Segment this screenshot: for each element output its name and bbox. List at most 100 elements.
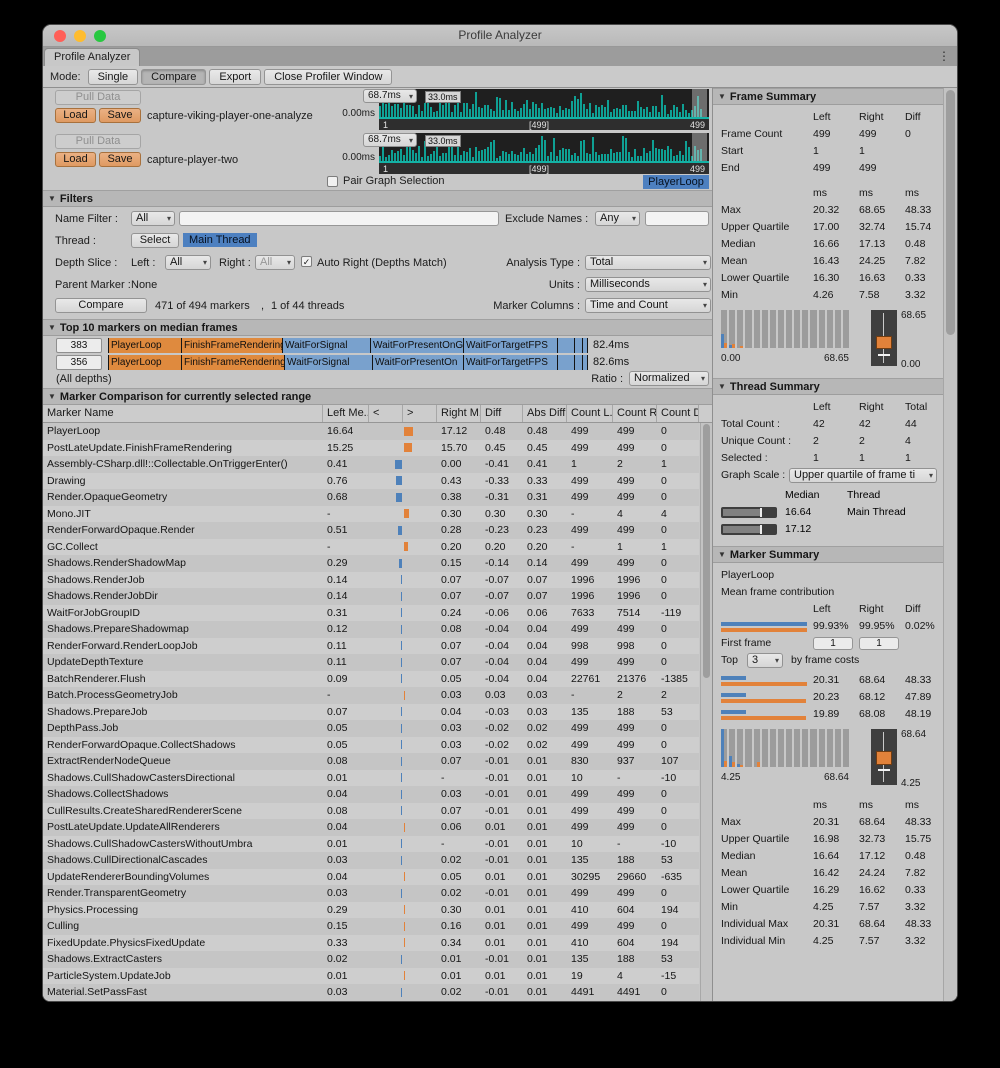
pull-data-button[interactable]: Pull Data	[55, 90, 141, 105]
marker-row[interactable]: Shadows.ExtractCasters0.020.01-0.010.011…	[43, 951, 699, 968]
units-dropdown[interactable]: Milliseconds▾	[585, 277, 711, 292]
scrollbar-thumb[interactable]	[703, 424, 710, 678]
col-count-left[interactable]: Count L...	[567, 405, 613, 422]
marker-segment[interactable]: WaitForTargetFPS	[464, 338, 558, 353]
thread-graph-scale-dropdown[interactable]: Upper quartile of frame ti▾	[789, 468, 937, 483]
marker-segment[interactable]: WaitForPresentOn	[373, 355, 464, 370]
marker-segment[interactable]: FinishFrameRendering	[182, 338, 283, 353]
marker-columns-dropdown[interactable]: Time and Count▾	[585, 298, 711, 313]
col-abs-diff[interactable]: Abs Diff▾	[523, 405, 567, 422]
marker-segment[interactable]: WaitForSignal	[285, 355, 373, 370]
mode-single-button[interactable]: Single	[88, 69, 139, 85]
pair-graph-checkbox[interactable]	[327, 176, 338, 187]
zoom-window-button[interactable]	[94, 30, 106, 42]
first-frame-left-button[interactable]: 1	[813, 637, 853, 650]
marker-segment[interactable]	[558, 338, 575, 353]
close-profiler-window-button[interactable]: Close Profiler Window	[264, 69, 392, 85]
marker-comparison-header[interactable]: ▼ Marker Comparison for currently select…	[43, 388, 712, 405]
thread-value-tag[interactable]: Main Thread	[183, 233, 257, 247]
marker-segment[interactable]: PlayerLoop	[108, 338, 182, 353]
compare-button[interactable]: Compare	[55, 298, 147, 313]
export-button[interactable]: Export	[209, 69, 261, 85]
marker-row[interactable]: PlayerLoop16.6417.120.480.484994990	[43, 423, 699, 440]
marker-row[interactable]: DepthPass.Job0.050.03-0.020.024994990	[43, 720, 699, 737]
kebab-menu-icon[interactable]: ⋮	[938, 49, 950, 63]
exclude-names-input[interactable]	[645, 211, 709, 226]
marker-row[interactable]: PostLateUpdate.FinishFrameRendering15.25…	[43, 440, 699, 457]
col-marker-name[interactable]: Marker Name	[43, 405, 323, 422]
save-button[interactable]: Save	[99, 108, 141, 123]
right-pane-scrollbar[interactable]	[943, 88, 957, 1001]
auto-right-checkbox[interactable]: ✓	[301, 256, 312, 267]
tab-profile-analyzer[interactable]: Profile Analyzer	[44, 48, 140, 66]
analysis-type-dropdown[interactable]: Total▾	[585, 255, 711, 270]
marker-segment[interactable]: WaitForPresentOnG	[371, 338, 464, 353]
col-left-median[interactable]: Left Me...	[323, 405, 369, 422]
comparison-table-header[interactable]: Marker Name Left Me... < > Right M... Di…	[43, 405, 712, 423]
marker-segment[interactable]	[583, 355, 588, 370]
col-count-diff[interactable]: Count D...	[657, 405, 699, 422]
marker-summary-header[interactable]: ▼ Marker Summary	[713, 546, 943, 563]
marker-segment[interactable]: PlayerLoop	[108, 355, 182, 370]
marker-row[interactable]: Drawing0.760.43-0.330.334994990	[43, 473, 699, 490]
exclude-mode-dropdown[interactable]: Any▾	[595, 211, 640, 226]
minimize-window-button[interactable]	[74, 30, 86, 42]
marker-row[interactable]: Assembly-CSharp.dll!::Collectable.OnTrig…	[43, 456, 699, 473]
top-marker-row[interactable]: 20.2368.1247.89	[713, 689, 943, 706]
marker-row[interactable]: Shadows.CullShadowCastersWithoutUmbra0.0…	[43, 836, 699, 853]
marker-row[interactable]: UpdateRendererBoundingVolumes0.040.050.0…	[43, 869, 699, 886]
marker-row[interactable]: GC.Collect-0.200.200.20-11	[43, 539, 699, 556]
marker-row[interactable]: Shadows.RenderJob0.140.07-0.070.07199619…	[43, 572, 699, 589]
top10-header[interactable]: ▼ Top 10 markers on median frames	[43, 319, 712, 336]
col-right-median[interactable]: Right M...	[437, 405, 481, 422]
marker-row[interactable]: BatchRenderer.Flush0.090.05-0.040.042276…	[43, 671, 699, 688]
graph-scale-dropdown[interactable]: 68.7ms▾	[363, 133, 417, 147]
marker-row[interactable]: Shadows.CullShadowCastersDirectional0.01…	[43, 770, 699, 787]
selected-marker-tag[interactable]: PlayerLoop	[643, 175, 709, 189]
thread-summary-header[interactable]: ▼ Thread Summary	[713, 378, 943, 395]
top-count-dropdown[interactable]: 3▾	[747, 653, 783, 668]
col-left-bar[interactable]: <	[369, 405, 403, 422]
frame-index-button[interactable]: 356	[56, 355, 102, 370]
marker-row[interactable]: Shadows.PrepareShadowmap0.120.08-0.040.0…	[43, 621, 699, 638]
close-window-button[interactable]	[54, 30, 66, 42]
marker-row[interactable]: Render.TransparentGeometry0.030.02-0.010…	[43, 885, 699, 902]
marker-segment[interactable]	[575, 355, 583, 370]
save-button[interactable]: Save	[99, 152, 141, 167]
frame-range-strip[interactable]: 1[499]499	[379, 119, 709, 130]
frame-time-graph[interactable]: 33.0ms	[379, 133, 709, 163]
marker-segment[interactable]	[558, 355, 575, 370]
depth-left-dropdown[interactable]: All▾	[165, 255, 211, 270]
marker-segment[interactable]: WaitForTargetFPS	[464, 355, 558, 370]
marker-row[interactable]: Culling0.150.160.010.014994990	[43, 918, 699, 935]
marker-segment[interactable]	[575, 338, 583, 353]
col-right-bar[interactable]: >	[403, 405, 437, 422]
marker-row[interactable]: Shadows.CollectShadows0.040.03-0.010.014…	[43, 786, 699, 803]
marker-segment[interactable]: WaitForSignal	[283, 338, 371, 353]
marker-row[interactable]: Physics.Processing0.290.300.010.01410604…	[43, 902, 699, 919]
col-diff[interactable]: Diff	[481, 405, 523, 422]
marker-row[interactable]: Shadows.RenderJobDir0.140.07-0.070.07199…	[43, 588, 699, 605]
marker-row[interactable]: RenderForwardOpaque.CollectShadows0.050.…	[43, 737, 699, 754]
graph-scale-dropdown[interactable]: 68.7ms▾	[363, 89, 417, 103]
marker-row[interactable]: RenderForward.RenderLoopJob0.110.07-0.04…	[43, 638, 699, 655]
col-count-right[interactable]: Count R...	[613, 405, 657, 422]
ratio-dropdown[interactable]: Normalized▾	[629, 371, 709, 386]
marker-row[interactable]: UpdateDepthTexture0.110.07-0.040.0449949…	[43, 654, 699, 671]
marker-row[interactable]: WaitForJobGroupID0.310.24-0.060.06763375…	[43, 605, 699, 622]
marker-row[interactable]: CullResults.CreateSharedRendererScene0.0…	[43, 803, 699, 820]
titlebar[interactable]: Profile Analyzer	[43, 25, 957, 47]
depth-right-dropdown[interactable]: All▾	[255, 255, 295, 270]
load-button[interactable]: Load	[55, 152, 96, 167]
scrollbar-thumb[interactable]	[946, 90, 955, 335]
frame-index-button[interactable]: 383	[56, 338, 102, 353]
name-filter-input[interactable]	[179, 211, 499, 226]
marker-row[interactable]: Batch.ProcessGeometryJob-0.030.030.03-22	[43, 687, 699, 704]
marker-row[interactable]: RenderForwardOpaque.Render0.510.28-0.230…	[43, 522, 699, 539]
marker-row[interactable]: Material.SetPassFast0.030.02-0.010.01449…	[43, 984, 699, 1001]
frame-time-graph[interactable]: 33.0ms	[379, 89, 709, 119]
marker-segment[interactable]	[583, 338, 588, 353]
name-filter-mode-dropdown[interactable]: All▾	[131, 211, 175, 226]
first-frame-right-button[interactable]: 1	[859, 637, 899, 650]
marker-row[interactable]: Mono.JIT-0.300.300.30-44	[43, 506, 699, 523]
